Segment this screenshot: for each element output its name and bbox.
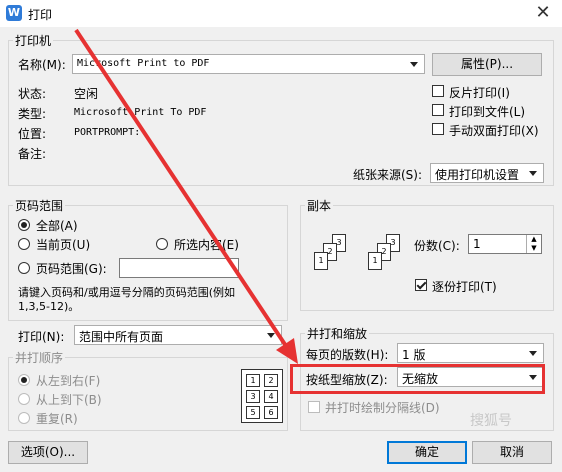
annotation-arrow [74,28,298,364]
annotation-arrow-line [74,28,292,354]
annotation-arrow-head [276,338,298,364]
watermark-text: 搜狐号 [470,413,512,429]
